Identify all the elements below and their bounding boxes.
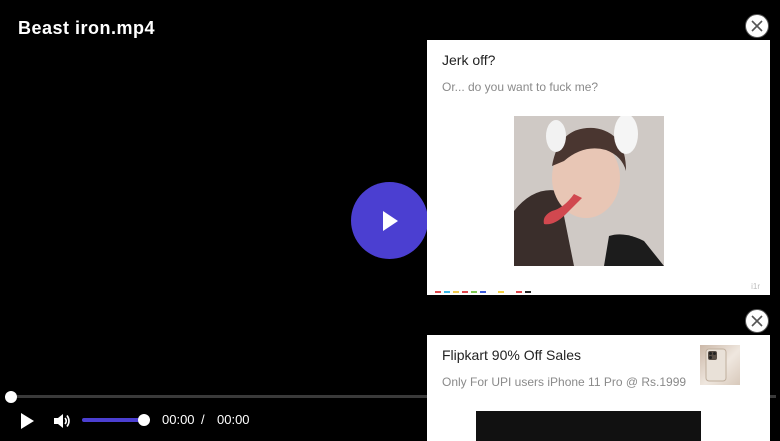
play-button[interactable] <box>17 411 37 431</box>
ad-title[interactable]: Flipkart 90% Off Sales <box>442 347 581 363</box>
volume-icon <box>54 414 70 428</box>
big-play-button[interactable] <box>351 182 428 259</box>
ad-network-mark: i1r <box>751 282 760 291</box>
volume-slider[interactable] <box>82 418 145 422</box>
ad-photo <box>514 116 664 266</box>
play-icon <box>382 210 398 231</box>
phone-image <box>705 348 727 382</box>
ad-subtitle[interactable]: Or... do you want to fuck me? <box>442 80 598 94</box>
duration: 00:00 <box>217 412 250 427</box>
play-icon <box>21 413 34 429</box>
progress-handle[interactable] <box>5 391 17 403</box>
ad-media[interactable] <box>476 411 701 441</box>
ad-image[interactable] <box>514 116 664 266</box>
volume-handle[interactable] <box>138 414 150 426</box>
ad-title[interactable]: Jerk off? <box>442 52 495 68</box>
ad-thumbnail[interactable] <box>700 345 740 385</box>
ad-popup-1[interactable]: Jerk off? Or... do you want to fuck me? … <box>427 40 770 295</box>
ad-subtitle[interactable]: Only For UPI users iPhone 11 Pro @ Rs.19… <box>442 375 686 389</box>
current-time: 00:00 <box>162 412 195 427</box>
ad-color-strip <box>435 291 531 293</box>
close-icon <box>751 20 763 32</box>
time-separator: / <box>201 412 205 427</box>
close-ad-2-button[interactable] <box>745 309 769 333</box>
ad-popup-2[interactable]: Flipkart 90% Off Sales Only For UPI user… <box>427 335 770 441</box>
volume-button[interactable] <box>52 412 72 430</box>
close-ad-1-button[interactable] <box>745 14 769 38</box>
close-icon <box>751 315 763 327</box>
video-title: Beast iron.mp4 <box>18 18 156 38</box>
control-bar: 00:00 / 00:00 <box>0 405 430 435</box>
